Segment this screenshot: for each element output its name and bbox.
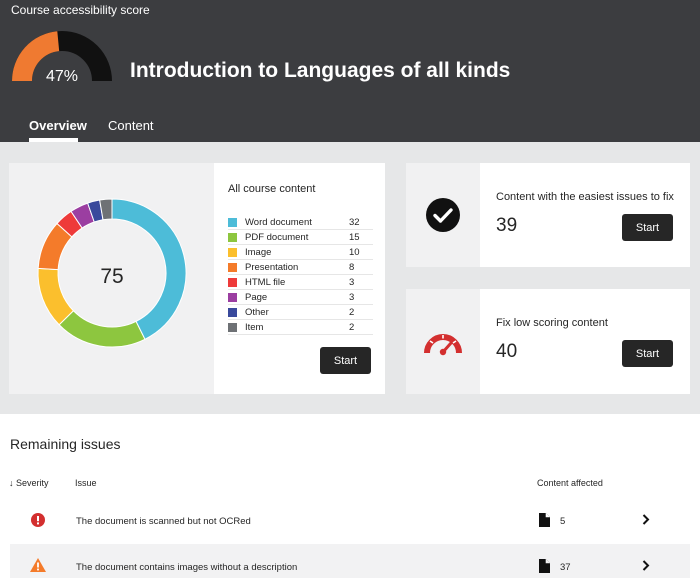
content-type-donut-chart: 75: [37, 198, 187, 348]
document-icon: [539, 559, 550, 573]
legend-item: HTML file 3: [228, 275, 373, 290]
legend-item: Page 3: [228, 290, 373, 305]
document-icon: [539, 513, 550, 527]
tab-content[interactable]: Content: [108, 118, 154, 133]
easy-fixes-start-button[interactable]: Start: [622, 214, 673, 241]
legend-label: Presentation: [245, 261, 299, 273]
legend-count: 3: [349, 276, 355, 288]
legend-item: Other 2: [228, 305, 373, 320]
legend-swatch: [228, 247, 237, 257]
warning-severity-icon: [30, 558, 46, 572]
legend-item: Word document 32: [228, 215, 373, 230]
legend-count: 2: [349, 321, 355, 333]
active-tab-indicator: [29, 138, 78, 142]
legend-label: HTML file: [245, 276, 286, 288]
score-label: Course accessibility score: [11, 3, 150, 17]
legend-label: Image: [245, 246, 272, 258]
legend-swatch: [228, 232, 237, 242]
all-content-start-button[interactable]: Start: [320, 347, 371, 374]
easy-fixes-label: Content with the easiest issues to fix: [496, 191, 674, 203]
legend-swatch: [228, 262, 237, 272]
legend-item: PDF document 15: [228, 230, 373, 245]
remaining-issues-section: Remaining issues ↓ Severity Issue Conten…: [0, 414, 700, 578]
error-severity-icon: [31, 513, 45, 527]
remaining-issues-title: Remaining issues: [10, 436, 121, 452]
easy-fixes-body: Content with the easiest issues to fix 3…: [480, 163, 690, 267]
legend-label: Item: [245, 321, 264, 333]
donut-slice: [58, 310, 146, 348]
issue-column-header[interactable]: Issue: [75, 478, 97, 488]
legend-count: 2: [349, 306, 355, 318]
issue-row[interactable]: The document is scanned but not OCRed 5: [10, 499, 690, 543]
legend-swatch: [228, 217, 237, 227]
severity-column-header[interactable]: ↓ Severity: [9, 478, 49, 488]
content-donut-panel: 75: [9, 163, 214, 394]
legend-swatch: [228, 322, 237, 332]
legend-count: 8: [349, 261, 355, 273]
low-scoring-card: Fix low scoring content 40 Start: [406, 289, 690, 394]
accessibility-score-gauge: 47%: [12, 31, 112, 83]
chevron-right-icon[interactable]: [642, 514, 650, 525]
legend-label: Other: [245, 306, 269, 318]
legend-count: 10: [349, 246, 360, 258]
legend-item: Presentation 8: [228, 260, 373, 275]
content-type-legend: Word document 32 PDF document 15 Image 10 Pres…: [228, 215, 373, 335]
low-scoring-count: 40: [496, 341, 518, 362]
content-affected-column-header[interactable]: Content affected: [537, 478, 603, 488]
legend-item: Item 2: [228, 320, 373, 335]
check-circle-icon: [426, 198, 460, 232]
easy-fixes-card: Content with the easiest issues to fix 3…: [406, 163, 690, 267]
low-scoring-body: Fix low scoring content 40 Start: [480, 289, 690, 394]
issue-description: The document is scanned but not OCRed: [76, 516, 251, 527]
chevron-right-icon[interactable]: [642, 560, 650, 571]
legend-swatch: [228, 292, 237, 302]
legend-swatch: [228, 277, 237, 287]
sort-down-arrow-icon: ↓: [9, 478, 14, 488]
legend-count: 32: [349, 216, 360, 228]
severity-header-label: Severity: [16, 478, 49, 488]
affected-count: 37: [560, 562, 571, 573]
legend-item: Image 10: [228, 245, 373, 260]
legend-label: Word document: [245, 216, 312, 228]
total-content-count: 75: [100, 265, 123, 288]
course-title: Introduction to Languages of all kinds: [130, 59, 511, 82]
affected-count: 5: [560, 516, 566, 527]
legend-count: 15: [349, 231, 360, 243]
all-content-card: All course content Word document 32 PDF do…: [214, 163, 385, 394]
all-content-title: All course content: [228, 183, 316, 195]
gauge-icon: [424, 334, 462, 356]
tab-overview[interactable]: Overview: [29, 118, 87, 133]
issue-row[interactable]: The document contains images without a d…: [10, 544, 690, 578]
legend-label: PDF document: [245, 231, 309, 243]
legend-count: 3: [349, 291, 355, 303]
low-scoring-start-button[interactable]: Start: [622, 340, 673, 367]
legend-label: Page: [245, 291, 268, 303]
easy-fixes-count: 39: [496, 215, 518, 236]
course-header: Course accessibility score 47% Introduct…: [0, 0, 700, 142]
low-scoring-label: Fix low scoring content: [496, 317, 608, 329]
donut-slice: [37, 267, 75, 326]
score-value: 47%: [46, 68, 78, 83]
legend-swatch: [228, 307, 237, 317]
issue-description: The document contains images without a d…: [76, 562, 298, 573]
